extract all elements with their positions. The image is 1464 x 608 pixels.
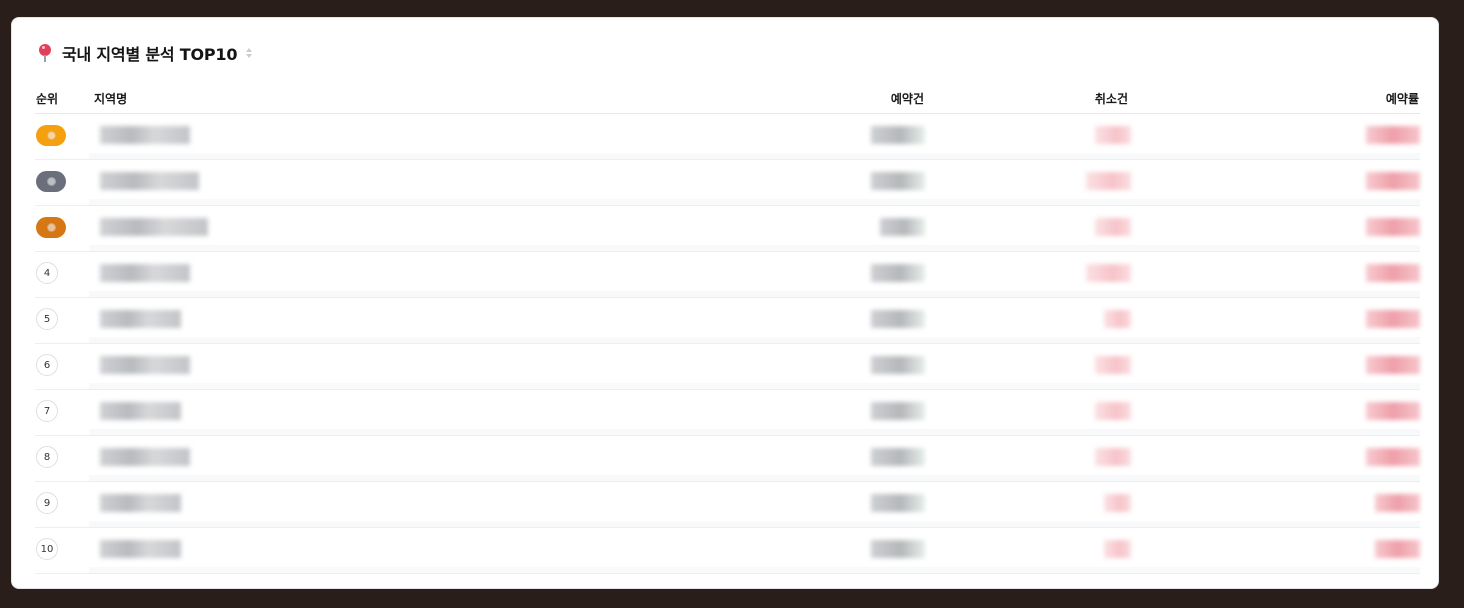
- reservation-count: [871, 402, 925, 420]
- column-header-rank: 순위: [36, 92, 59, 106]
- rank-badge: 5: [36, 308, 58, 330]
- reservation-rate: [1366, 172, 1420, 190]
- region-name: [100, 126, 190, 144]
- rank-badge: 10: [36, 538, 58, 560]
- region-name: [100, 218, 208, 236]
- table-row[interactable]: 8: [35, 436, 1420, 482]
- table-row[interactable]: 9: [35, 482, 1420, 528]
- medal-icon: [46, 131, 56, 140]
- medal-icon: [46, 223, 56, 232]
- gold-medal-badge: [36, 125, 66, 146]
- region-name: [100, 172, 199, 190]
- column-header-cancellations: 취소건: [1094, 92, 1128, 106]
- cancellation-count: [1095, 402, 1131, 420]
- table-row[interactable]: 10: [35, 528, 1420, 574]
- cancellation-count: [1104, 310, 1131, 328]
- cancellation-count: [1104, 494, 1131, 512]
- region-name: [100, 310, 181, 328]
- regional-analysis-card: 국내 지역별 분석 TOP10 순위 지역명 예약건 취소건 예약률 4 5 6 7 8…: [11, 17, 1439, 589]
- row-shade: [89, 521, 1420, 527]
- reservation-count: [880, 218, 925, 236]
- reservation-count: [871, 540, 925, 558]
- table-row[interactable]: 4: [35, 252, 1420, 298]
- region-name: [100, 540, 181, 558]
- table-row[interactable]: 7: [35, 390, 1420, 436]
- rank-badge: 6: [36, 354, 58, 376]
- row-shade: [89, 429, 1420, 435]
- table-row[interactable]: [35, 206, 1420, 252]
- row-shade: [89, 245, 1420, 251]
- table-row[interactable]: 5: [35, 298, 1420, 344]
- table-header: 순위 지역명 예약건 취소건 예약률: [35, 84, 1420, 114]
- reservation-count: [871, 448, 925, 466]
- region-name: [100, 402, 181, 420]
- region-name: [100, 264, 190, 282]
- region-name: [100, 494, 181, 512]
- reservation-count: [871, 264, 925, 282]
- rank-badge: 8: [36, 446, 58, 468]
- bronze-medal-badge: [36, 217, 66, 238]
- region-table: 순위 지역명 예약건 취소건 예약률 4 5 6 7 8 9 10: [35, 84, 1420, 574]
- rank-badge: 4: [36, 262, 58, 284]
- column-header-name: 지역명: [94, 92, 128, 106]
- cancellation-count: [1095, 126, 1131, 144]
- row-shade: [89, 567, 1420, 573]
- reservation-count: [871, 494, 925, 512]
- reservation-count: [871, 356, 925, 374]
- cancellation-count: [1104, 540, 1131, 558]
- table-row[interactable]: [35, 160, 1420, 206]
- region-name: [100, 448, 190, 466]
- reservation-rate: [1366, 448, 1420, 466]
- column-header-rate: 예약률: [1385, 92, 1419, 106]
- reservation-rate: [1366, 218, 1420, 236]
- reservation-count: [871, 126, 925, 144]
- row-shade: [89, 475, 1420, 481]
- reservation-rate: [1375, 540, 1420, 558]
- row-shade: [89, 199, 1420, 205]
- cancellation-count: [1095, 448, 1131, 466]
- reservation-rate: [1366, 264, 1420, 282]
- region-name: [100, 356, 190, 374]
- reservation-rate: [1366, 126, 1420, 144]
- row-shade: [89, 337, 1420, 343]
- cancellation-count: [1086, 264, 1131, 282]
- rank-badge: 7: [36, 400, 58, 422]
- table-body: 4 5 6 7 8 9 10: [35, 114, 1420, 574]
- table-row[interactable]: 6: [35, 344, 1420, 390]
- cancellation-count: [1095, 218, 1131, 236]
- reservation-count: [871, 172, 925, 190]
- reservation-rate: [1366, 356, 1420, 374]
- section-header: 국내 지역별 분석 TOP10: [38, 42, 253, 64]
- row-shade: [89, 383, 1420, 389]
- sort-icon[interactable]: [245, 47, 253, 59]
- medal-icon: [46, 177, 56, 186]
- column-header-reservations: 예약건: [890, 92, 924, 106]
- cancellation-count: [1086, 172, 1131, 190]
- row-shade: [89, 291, 1420, 297]
- cancellation-count: [1095, 356, 1131, 374]
- silver-medal-badge: [36, 171, 66, 192]
- map-pin-icon: [38, 44, 52, 62]
- rank-badge: 9: [36, 492, 58, 514]
- section-title: 국내 지역별 분석 TOP10: [62, 45, 238, 64]
- reservation-rate: [1366, 402, 1420, 420]
- reservation-count: [871, 310, 925, 328]
- reservation-rate: [1375, 494, 1420, 512]
- reservation-rate: [1366, 310, 1420, 328]
- row-shade: [89, 153, 1420, 159]
- table-row[interactable]: [35, 114, 1420, 160]
